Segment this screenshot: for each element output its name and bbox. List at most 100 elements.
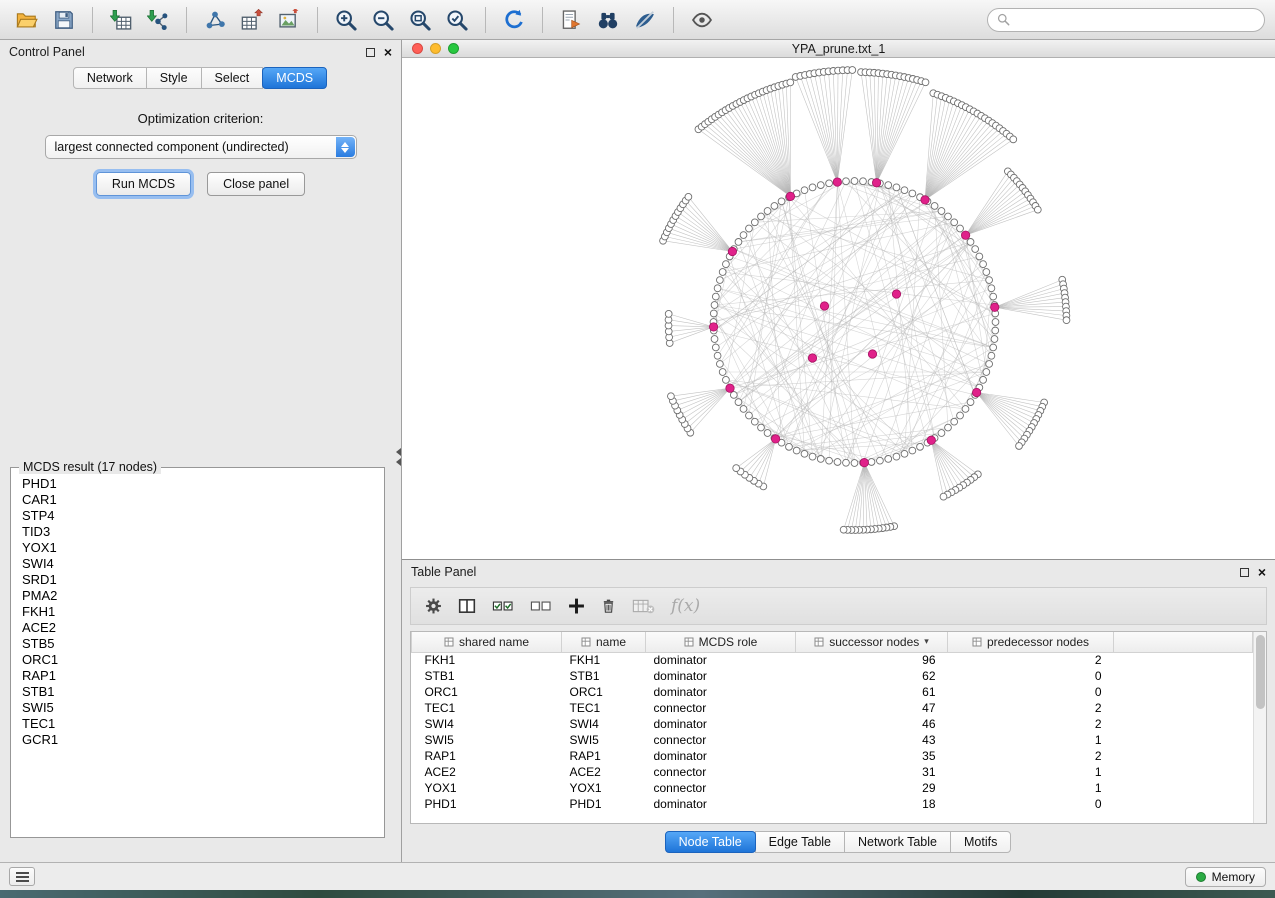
table-cell[interactable]: dominator bbox=[646, 668, 796, 684]
mark-selection-icon[interactable] bbox=[628, 6, 662, 34]
window-minimize-button[interactable] bbox=[430, 43, 441, 54]
table-cell[interactable]: FKH1 bbox=[412, 652, 562, 668]
table-cell[interactable]: 35 bbox=[796, 748, 948, 764]
mcds-result-item[interactable]: SRD1 bbox=[22, 572, 373, 588]
zoom-out-icon[interactable] bbox=[366, 6, 400, 34]
close-panel-button[interactable]: Close panel bbox=[207, 172, 305, 196]
table-cell[interactable]: ORC1 bbox=[562, 684, 646, 700]
settings-gear-icon[interactable] bbox=[425, 597, 442, 615]
column-header-shared-name[interactable]: shared name bbox=[412, 632, 562, 652]
search-input[interactable] bbox=[1016, 12, 1255, 28]
table-cell[interactable]: connector bbox=[646, 780, 796, 796]
binoculars-icon[interactable] bbox=[591, 6, 625, 34]
table-cell[interactable]: connector bbox=[646, 764, 796, 780]
mcds-result-item[interactable]: SWI4 bbox=[22, 556, 373, 572]
mcds-result-item[interactable]: ACE2 bbox=[22, 620, 373, 636]
tab-motifs[interactable]: Motifs bbox=[950, 831, 1011, 853]
table-cell[interactable]: YOX1 bbox=[562, 780, 646, 796]
table-cell[interactable]: ORC1 bbox=[412, 684, 562, 700]
save-icon[interactable] bbox=[47, 6, 81, 34]
mcds-result-item[interactable]: TEC1 bbox=[22, 716, 373, 732]
column-header-name[interactable]: name bbox=[562, 632, 646, 652]
mcds-result-item[interactable]: CAR1 bbox=[22, 492, 373, 508]
mcds-result-item[interactable]: STP4 bbox=[22, 508, 373, 524]
memory-button[interactable]: Memory bbox=[1185, 867, 1266, 887]
mcds-result-item[interactable]: YOX1 bbox=[22, 540, 373, 556]
zoom-fit-icon[interactable] bbox=[403, 6, 437, 34]
table-cell[interactable]: 2 bbox=[948, 716, 1114, 732]
column-header-MCDS-role[interactable]: MCDS role bbox=[646, 632, 796, 652]
table-cell[interactable]: STB1 bbox=[562, 668, 646, 684]
table-panel-float-button[interactable] bbox=[1240, 568, 1249, 577]
mcds-result-item[interactable]: GCR1 bbox=[22, 732, 373, 748]
mcds-result-item[interactable]: PMA2 bbox=[22, 588, 373, 604]
share-document-icon[interactable] bbox=[554, 6, 588, 34]
table-cell[interactable]: SWI4 bbox=[412, 716, 562, 732]
table-cell[interactable]: 1 bbox=[948, 732, 1114, 748]
table-cell[interactable]: TEC1 bbox=[412, 700, 562, 716]
panel-float-button[interactable] bbox=[366, 48, 375, 57]
table-cell[interactable]: STB1 bbox=[412, 668, 562, 684]
table-cell[interactable]: 61 bbox=[796, 684, 948, 700]
table-row[interactable]: SWI4SWI4dominator462 bbox=[412, 716, 1253, 732]
table-cell[interactable]: RAP1 bbox=[412, 748, 562, 764]
tab-network-table[interactable]: Network Table bbox=[844, 831, 951, 853]
table-cell[interactable]: 1 bbox=[948, 780, 1114, 796]
table-cell[interactable]: connector bbox=[646, 700, 796, 716]
table-row[interactable]: FKH1FKH1dominator962 bbox=[412, 652, 1253, 668]
export-network-icon[interactable] bbox=[198, 6, 232, 34]
search-field[interactable] bbox=[987, 8, 1265, 32]
table-cell[interactable]: dominator bbox=[646, 652, 796, 668]
window-zoom-button[interactable] bbox=[448, 43, 459, 54]
table-cell[interactable]: dominator bbox=[646, 716, 796, 732]
show-columns-icon[interactable] bbox=[458, 597, 476, 615]
mcds-result-item[interactable]: STB5 bbox=[22, 636, 373, 652]
mcds-result-item[interactable]: RAP1 bbox=[22, 668, 373, 684]
tab-select[interactable]: Select bbox=[201, 67, 264, 89]
import-table-icon[interactable] bbox=[104, 6, 138, 34]
zoom-selected-icon[interactable] bbox=[440, 6, 474, 34]
refresh-icon[interactable] bbox=[497, 6, 531, 34]
delete-table-icon[interactable] bbox=[632, 597, 655, 615]
table-cell[interactable]: 96 bbox=[796, 652, 948, 668]
table-row[interactable]: YOX1YOX1connector291 bbox=[412, 780, 1253, 796]
export-table-icon[interactable] bbox=[235, 6, 269, 34]
table-row[interactable]: STB1STB1dominator620 bbox=[412, 668, 1253, 684]
table-cell[interactable]: TEC1 bbox=[562, 700, 646, 716]
table-cell[interactable]: SWI4 bbox=[562, 716, 646, 732]
table-cell[interactable]: 2 bbox=[948, 748, 1114, 764]
mcds-result-item[interactable]: STB1 bbox=[22, 684, 373, 700]
table-panel-close-button[interactable]: × bbox=[1258, 567, 1266, 577]
tab-mcds[interactable]: MCDS bbox=[262, 67, 327, 89]
table-cell[interactable]: 0 bbox=[948, 684, 1114, 700]
column-header-predecessor-nodes[interactable]: predecessor nodes bbox=[948, 632, 1114, 652]
unselect-all-columns-icon[interactable] bbox=[530, 597, 552, 615]
criterion-dropdown[interactable]: largest connected component (undirected) bbox=[45, 135, 357, 159]
table-cell[interactable]: PHD1 bbox=[562, 796, 646, 812]
mcds-result-item[interactable]: TID3 bbox=[22, 524, 373, 540]
mcds-result-item[interactable]: PHD1 bbox=[22, 476, 373, 492]
eye-icon[interactable] bbox=[685, 6, 719, 34]
run-mcds-button[interactable]: Run MCDS bbox=[96, 172, 191, 196]
network-graph[interactable] bbox=[402, 58, 1275, 559]
network-canvas[interactable] bbox=[402, 58, 1275, 559]
table-cell[interactable]: ACE2 bbox=[562, 764, 646, 780]
function-builder-icon[interactable]: f(x) bbox=[671, 596, 700, 616]
zoom-in-icon[interactable] bbox=[329, 6, 363, 34]
table-cell[interactable]: 2 bbox=[948, 700, 1114, 716]
select-all-columns-icon[interactable] bbox=[492, 597, 514, 615]
table-scrollbar-thumb[interactable] bbox=[1256, 635, 1265, 709]
table-cell[interactable]: SWI5 bbox=[412, 732, 562, 748]
table-cell[interactable]: dominator bbox=[646, 748, 796, 764]
table-cell[interactable]: 2 bbox=[948, 652, 1114, 668]
table-cell[interactable]: 62 bbox=[796, 668, 948, 684]
table-cell[interactable]: 46 bbox=[796, 716, 948, 732]
tab-network[interactable]: Network bbox=[73, 67, 147, 89]
panel-list-button[interactable] bbox=[9, 867, 35, 886]
column-header-successor-nodes[interactable]: successor nodes▾ bbox=[796, 632, 948, 652]
table-row[interactable]: SWI5SWI5connector431 bbox=[412, 732, 1253, 748]
table-cell[interactable]: 43 bbox=[796, 732, 948, 748]
table-cell[interactable]: PHD1 bbox=[412, 796, 562, 812]
table-row[interactable]: ORC1ORC1dominator610 bbox=[412, 684, 1253, 700]
tab-style[interactable]: Style bbox=[146, 67, 202, 89]
